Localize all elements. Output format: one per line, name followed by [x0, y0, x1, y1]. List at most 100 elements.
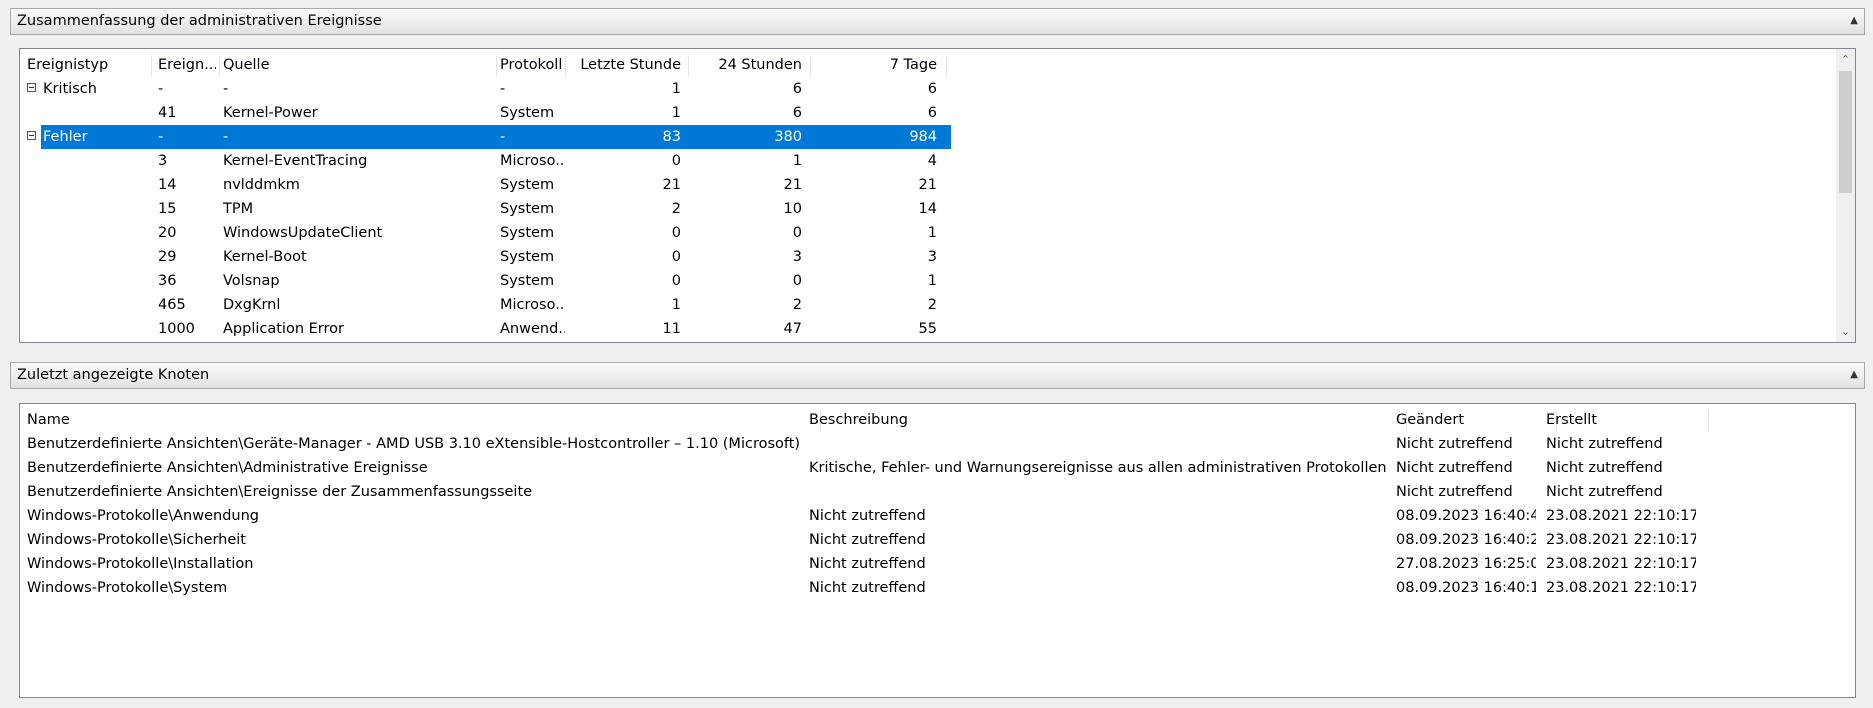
- col-7-tage[interactable]: 7 Tage: [810, 53, 937, 77]
- table-row[interactable]: 29 Kernel-Boot System 0 3 3: [20, 245, 955, 269]
- cell-created: 23.08.2021 22:10:17: [1546, 556, 1696, 572]
- recent-section-header[interactable]: Zuletzt angezeigte Knoten ▲: [10, 362, 1865, 389]
- cell-source: Application Error: [223, 321, 344, 337]
- minus-box-icon[interactable]: [27, 131, 36, 140]
- list-item[interactable]: Windows-Protokolle\Sicherheit Nicht zutre…: [20, 528, 1720, 552]
- cell-source: Kernel-Boot: [223, 249, 307, 265]
- recent-nodes-table: Name Beschreibung Geändert Erstellt Benu…: [19, 403, 1856, 698]
- table-row[interactable]: 1000 Application Error Anwend... 11 47 55: [20, 317, 955, 341]
- col-protokoll[interactable]: Protokoll: [496, 53, 569, 77]
- cell-log: System: [500, 105, 555, 121]
- recent-section-title: Zuletzt angezeigte Knoten: [17, 367, 210, 383]
- cell-type: Kritisch: [43, 81, 97, 97]
- cell-last-hour: 0: [671, 153, 681, 169]
- col-letzte-stunde[interactable]: Letzte Stunde: [565, 53, 681, 77]
- cell-last-hour: 0: [671, 249, 681, 265]
- col-quelle[interactable]: Quelle: [223, 53, 493, 77]
- cell-7-days: 6: [927, 81, 937, 97]
- cell-log: System: [500, 201, 555, 217]
- cell-changed: Nicht zutreffend: [1396, 436, 1513, 452]
- cell-description: Nicht zutreffend: [809, 556, 926, 572]
- col-beschreibung[interactable]: Beschreibung: [809, 408, 1389, 432]
- col-ereignistyp[interactable]: Ereignistyp: [27, 53, 147, 77]
- cell-source: WindowsUpdateClient: [223, 225, 383, 241]
- cell-name: Windows-Protokolle\Anwendung: [27, 508, 259, 524]
- cell-source: -: [223, 129, 229, 145]
- recent-table-header: Name Beschreibung Geändert Erstellt: [20, 408, 1720, 432]
- col-ereignis-id[interactable]: Ereign...: [158, 53, 216, 77]
- chevron-up-icon[interactable]: ▲: [1850, 15, 1858, 26]
- cell-7-days: 4: [927, 153, 937, 169]
- chevron-up-icon[interactable]: ▲: [1850, 369, 1858, 380]
- table-row[interactable]: 41 Kernel-Power System 1 6 6: [20, 101, 955, 125]
- cell-source: TPM: [223, 201, 254, 217]
- cell-type: [43, 293, 143, 317]
- cell-source: Kernel-EventTracing: [223, 153, 368, 169]
- list-item[interactable]: Benutzerdefinierte Ansichten\Administrat…: [20, 456, 1720, 480]
- cell-event-id: 20: [158, 225, 177, 241]
- cell-source: nvlddmkm: [223, 177, 300, 193]
- cell-source: Kernel-Power: [223, 105, 318, 121]
- cell-24-hours: 3: [792, 249, 802, 265]
- table-row[interactable]: 465 DxgKrnl Microso... 1 2 2: [20, 293, 955, 317]
- col-name[interactable]: Name: [27, 408, 807, 432]
- cell-7-days: 3: [927, 249, 937, 265]
- minus-box-icon[interactable]: [27, 83, 36, 92]
- cell-last-hour: 1: [671, 297, 681, 313]
- list-item[interactable]: Windows-Protokolle\System Nicht zutreffen…: [20, 576, 1720, 600]
- cell-last-hour: 1: [671, 81, 681, 97]
- cell-log: System: [500, 273, 555, 289]
- cell-type: [43, 149, 143, 173]
- cell-name: Windows-Protokolle\Installation: [27, 556, 254, 572]
- col-erstellt[interactable]: Erstellt: [1546, 408, 1696, 432]
- table-row[interactable]: 3 Kernel-EventTracing Microso... 0 1 4: [20, 149, 955, 173]
- cell-7-days: 1: [927, 273, 937, 289]
- cell-7-days: 1: [927, 225, 937, 241]
- summary-section-header[interactable]: Zusammenfassung der administrativen Erei…: [10, 8, 1865, 35]
- cell-source: Volsnap: [223, 273, 280, 289]
- cell-last-hour: 21: [662, 177, 681, 193]
- table-row[interactable]: 20 WindowsUpdateClient System 0 0 1: [20, 221, 955, 245]
- cell-event-id: 29: [158, 249, 177, 265]
- table-row[interactable]: 15 TPM System 2 10 14: [20, 197, 955, 221]
- cell-24-hours: 0: [792, 225, 802, 241]
- cell-description: [809, 480, 1389, 504]
- cell-name: Benutzerdefinierte Ansichten\Administrat…: [27, 460, 428, 476]
- cell-changed: 08.09.2023 16:40:13: [1396, 580, 1536, 596]
- cell-name: Windows-Protokolle\System: [27, 580, 228, 596]
- list-item[interactable]: Windows-Protokolle\Anwendung Nicht zutref…: [20, 504, 1720, 528]
- list-item[interactable]: Benutzerdefinierte Ansichten\Geräte-Mana…: [20, 432, 1720, 456]
- cell-7-days: 2: [927, 297, 937, 313]
- cell-7-days: 21: [918, 177, 937, 193]
- scroll-thumb[interactable]: [1839, 71, 1852, 193]
- col-24-stunden[interactable]: 24 Stunden: [688, 53, 802, 77]
- cell-last-hour: 11: [662, 321, 681, 337]
- summary-scrollbar[interactable]: ⌃ ⌄: [1836, 49, 1855, 342]
- col-geaendert[interactable]: Geändert: [1396, 408, 1536, 432]
- cell-changed: Nicht zutreffend: [1396, 460, 1513, 476]
- cell-type: [43, 173, 143, 197]
- cell-log: System: [500, 225, 555, 241]
- cell-log: -: [500, 129, 506, 145]
- table-row[interactable]: 14 nvlddmkm System 21 21 21: [20, 173, 955, 197]
- cell-24-hours: 6: [792, 105, 802, 121]
- cell-log: System: [500, 177, 555, 193]
- cell-last-hour: 0: [671, 225, 681, 241]
- cell-event-id: 465: [158, 297, 186, 313]
- table-row[interactable]: 36 Volsnap System 0 0 1: [20, 269, 955, 293]
- chevron-up-icon[interactable]: ⌃: [1836, 51, 1855, 68]
- cell-name: Windows-Protokolle\Sicherheit: [27, 532, 246, 548]
- cell-created: Nicht zutreffend: [1546, 436, 1663, 452]
- cell-event-id: -: [158, 129, 164, 145]
- cell-changed: 27.08.2023 16:25:03: [1396, 556, 1536, 572]
- chevron-down-icon[interactable]: ⌄: [1836, 323, 1855, 340]
- list-item[interactable]: Windows-Protokolle\Installation Nicht zut…: [20, 552, 1720, 576]
- cell-changed: 08.09.2023 16:40:26: [1396, 532, 1536, 548]
- list-item[interactable]: Benutzerdefinierte Ansichten\Ereignisse …: [20, 480, 1720, 504]
- cell-24-hours: 21: [783, 177, 802, 193]
- group-row-fehler[interactable]: Fehler - - - 83 380 984: [20, 125, 955, 149]
- group-row-kritisch[interactable]: Kritisch - - - 1 6 6: [20, 77, 955, 101]
- cell-last-hour: 2: [671, 201, 681, 217]
- cell-event-id: 41: [158, 105, 177, 121]
- cell-type: [43, 101, 143, 125]
